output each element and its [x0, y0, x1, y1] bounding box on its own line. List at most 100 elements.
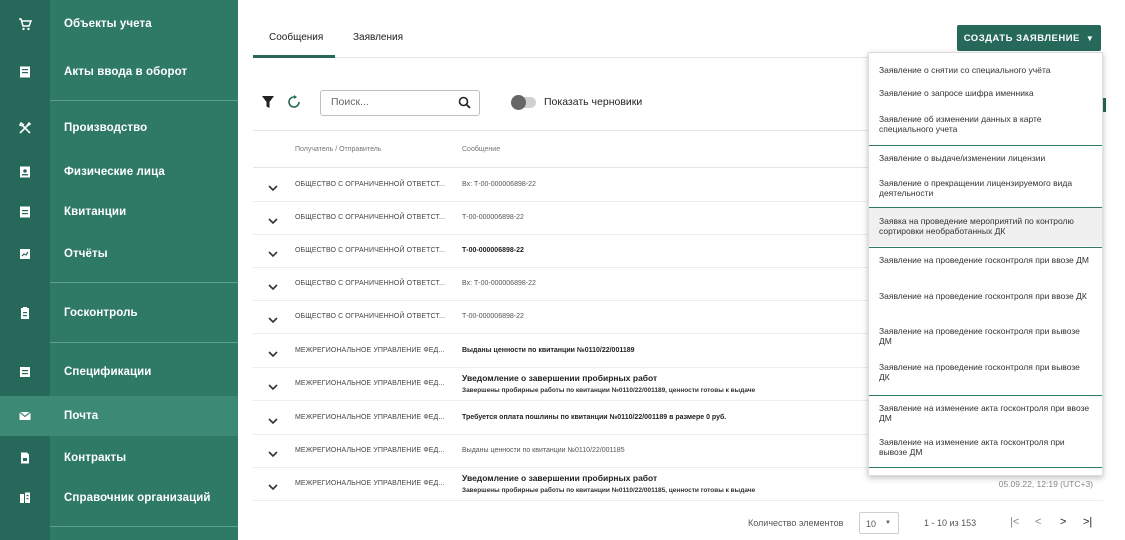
row-sender: МЕЖРЕГИОНАЛЬНОЕ УПРАВЛЕНИЕ ФЕД... — [295, 480, 445, 487]
row-message: Вх: Т-00-000006898-22 — [462, 181, 536, 188]
receipt-icon — [0, 192, 50, 232]
menu-item[interactable]: Заявление на изменение акта госконтроля … — [869, 403, 1102, 423]
row-date: 05.09.22, 12:19 (UTC+3) — [998, 479, 1093, 489]
chevron-down-icon[interactable] — [268, 245, 278, 263]
row-message: Выданы ценности по квитанции №0110/22/00… — [462, 347, 635, 354]
menu-item[interactable]: Заявление о запросе шифра именника — [869, 88, 1102, 98]
sidebar-divider — [50, 526, 238, 527]
row-message: Вх: Т-00-000006898-22 — [462, 280, 536, 287]
menu-item[interactable]: Заявление о прекращении лицензируемого в… — [869, 178, 1102, 198]
sidebar-item-state-control[interactable]: Госконтроль — [0, 290, 238, 336]
menu-item[interactable]: Заявление об изменении данных в карте сп… — [869, 114, 1102, 134]
search-box — [320, 90, 480, 116]
menu-separator — [869, 395, 1102, 396]
clipboard-icon — [0, 290, 50, 336]
sidebar-item-acts[interactable]: Акты ввода в оборот — [0, 52, 238, 92]
row-sender: ОБЩЕСТВО С ОГРАНИЧЕННОЙ ОТВЕТСТ... — [295, 247, 446, 254]
sidebar-item-organizations[interactable]: Справочник организаций — [0, 478, 238, 518]
row-message: Т-00-000006898-22 — [462, 313, 524, 320]
sidebar-item-individuals[interactable]: Физические лица — [0, 152, 238, 192]
show-drafts-toggle[interactable] — [511, 95, 536, 110]
search-input[interactable] — [331, 96, 451, 108]
tab-applications[interactable]: Заявления — [353, 32, 403, 43]
sidebar-item-label: Госконтроль — [64, 307, 138, 319]
mail-icon — [0, 396, 50, 436]
menu-item[interactable]: Заявление на проведение госконтроля при … — [869, 326, 1102, 346]
search-icon[interactable] — [458, 96, 471, 114]
chevron-down-icon[interactable] — [268, 345, 278, 363]
row-message-title: Уведомление о завершении пробирных работ — [462, 373, 658, 383]
chevron-down-icon[interactable] — [268, 212, 278, 230]
sidebar-item-specifications[interactable]: Спецификации — [0, 350, 238, 394]
sidebar-item-label: Почта — [64, 410, 99, 422]
row-message-subtitle: Завершены пробирные работы по квитанции … — [462, 487, 756, 494]
sidebar-divider — [50, 282, 238, 283]
chevron-down-icon[interactable] — [268, 278, 278, 296]
row-sender: МЕЖРЕГИОНАЛЬНОЕ УПРАВЛЕНИЕ ФЕД... — [295, 347, 445, 354]
chevron-down-icon[interactable] — [268, 445, 278, 463]
page-size-select[interactable]: 10 ▼ — [859, 512, 899, 534]
chevron-down-icon: ▼ — [885, 520, 891, 526]
items-per-page-label: Количество элементов — [748, 518, 844, 528]
pagination: Количество элементов 10 ▼ 1 - 10 из 153 … — [253, 508, 1103, 538]
column-header-message: Сообщение — [462, 146, 501, 153]
refresh-icon[interactable] — [288, 95, 300, 114]
chevron-down-icon[interactable] — [268, 378, 278, 396]
caret-down-icon: ▼ — [1085, 33, 1095, 43]
sidebar-item-mail[interactable]: Почта — [0, 396, 238, 436]
active-tab-indicator — [253, 55, 335, 58]
menu-item[interactable]: Заявление о снятии со специального учёта — [869, 65, 1102, 75]
tab-messages[interactable]: Сообщения — [269, 32, 323, 43]
menu-item[interactable]: Заявление на проведение госконтроля при … — [869, 362, 1102, 382]
sidebar-item-label: Физические лица — [64, 166, 165, 178]
row-sender: ОБЩЕСТВО С ОГРАНИЧЕННОЙ ОТВЕТСТ... — [295, 181, 446, 188]
sidebar-divider — [50, 342, 238, 343]
sidebar-item-label: Производство — [64, 122, 148, 134]
sidebar-divider — [50, 100, 238, 101]
row-message-title: Уведомление о завершении пробирных работ — [462, 473, 658, 483]
sidebar-item-accounting-objects[interactable]: Объекты учета — [0, 4, 238, 44]
filter-icon[interactable] — [262, 95, 274, 114]
page-range: 1 - 10 из 153 — [924, 518, 977, 528]
menu-item[interactable]: Заявление на проведение госконтроля при … — [869, 291, 1102, 301]
show-drafts-label: Показать черновики — [544, 96, 643, 108]
sidebar-item-label: Отчёты — [64, 248, 108, 260]
menu-item[interactable]: Заявление на проведение госконтроля при … — [869, 255, 1102, 265]
toggle-knob — [511, 95, 526, 110]
chevron-down-icon[interactable] — [268, 311, 278, 329]
sidebar-item-label: Объекты учета — [64, 18, 152, 30]
sidebar-item-reports[interactable]: Отчёты — [0, 234, 238, 274]
chevron-down-icon[interactable] — [268, 179, 278, 197]
chevron-down-icon[interactable] — [268, 412, 278, 430]
last-page-button[interactable]: >| — [1083, 516, 1092, 528]
row-sender: МЕЖРЕГИОНАЛЬНОЕ УПРАВЛЕНИЕ ФЕД... — [295, 380, 445, 387]
row-sender: ОБЩЕСТВО С ОГРАНИЧЕННОЙ ОТВЕТСТ... — [295, 214, 446, 221]
sidebar-item-contracts[interactable]: Контракты — [0, 438, 238, 478]
row-sender: ОБЩЕСТВО С ОГРАНИЧЕННОЙ ОТВЕТСТ... — [295, 313, 446, 320]
chevron-down-icon[interactable] — [268, 478, 278, 496]
document-icon — [0, 52, 50, 92]
next-page-button[interactable]: > — [1060, 516, 1066, 528]
create-application-button[interactable]: СОЗДАТЬ ЗАЯВЛЕНИЕ ▼ — [957, 25, 1101, 51]
row-sender: МЕЖРЕГИОНАЛЬНОЕ УПРАВЛЕНИЕ ФЕД... — [295, 414, 445, 421]
sidebar-item-label: Квитанции — [64, 206, 127, 218]
menu-item[interactable]: Заявление на изменение акта госконтроля … — [869, 437, 1102, 457]
row-sender: ОБЩЕСТВО С ОГРАНИЧЕННОЙ ОТВЕТСТ... — [295, 280, 446, 287]
row-message: Выданы ценности по квитанции №0110/22/00… — [462, 447, 625, 454]
app-root: Объекты учета Акты ввода в оборот Произв… — [0, 0, 1125, 540]
row-message-subtitle: Завершены пробирные работы по квитанции … — [462, 387, 756, 394]
sidebar-item-production[interactable]: Производство — [0, 108, 238, 148]
panel-edge-marker — [1103, 98, 1106, 112]
sidebar-item-receipts[interactable]: Квитанции — [0, 192, 238, 232]
tools-icon — [0, 108, 50, 148]
menu-item[interactable]: Заявка на проведение мероприятий по конт… — [869, 208, 1102, 246]
menu-separator — [869, 467, 1102, 468]
first-page-button[interactable]: |< — [1010, 516, 1019, 528]
row-message: Т-00-000006898-22 — [462, 214, 524, 221]
create-application-label: СОЗДАТЬ ЗАЯВЛЕНИЕ — [963, 32, 1080, 44]
sidebar-item-label: Акты ввода в оборот — [64, 66, 188, 78]
menu-separator — [869, 247, 1102, 248]
menu-item[interactable]: Заявление о выдаче/изменении лицензии — [869, 153, 1102, 163]
prev-page-button[interactable]: < — [1035, 516, 1041, 528]
row-message: Т-00-000006898-22 — [462, 247, 524, 254]
